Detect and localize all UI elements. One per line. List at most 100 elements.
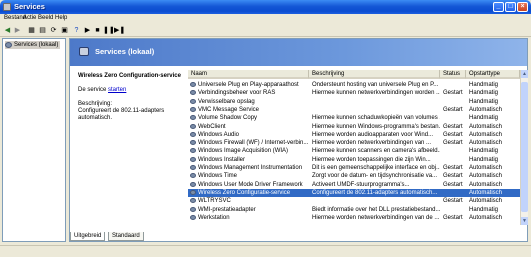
maximize-button[interactable]: □ — [505, 2, 516, 12]
service-name-cell: Windows User Mode Driver Framework — [198, 181, 303, 188]
table-row[interactable]: Verwisselbare opslag Handmatig — [188, 98, 520, 106]
service-name-cell: Windows Installer — [198, 156, 246, 163]
service-startup-cell: Automatisch — [469, 140, 503, 147]
scroll-thumb[interactable] — [521, 82, 528, 212]
table-row[interactable]: Windows Installer Hiermee worden toepassi… — [188, 156, 520, 164]
service-description-cell: Hiermee worden netwerkverbindingen van .… — [312, 140, 432, 147]
service-name-cell: Windows Audio — [198, 131, 240, 138]
service-action-line: De service starten — [78, 87, 186, 93]
service-status-cell: Gestart — [443, 165, 463, 171]
service-startup-cell: Handmatig — [469, 115, 499, 122]
service-name-cell: WMI-prestatieadapter — [198, 206, 256, 213]
refresh-icon[interactable]: ⟳ — [49, 26, 58, 35]
service-name-cell: Volume Shadow Copy — [198, 115, 258, 122]
start-service-icon[interactable]: ▶ — [83, 26, 92, 35]
service-startup-cell: Automatisch — [469, 165, 503, 171]
menu-actie[interactable]: Actie — [23, 15, 36, 21]
tab-uitgebreid[interactable]: Uitgebreid — [70, 232, 106, 241]
table-row[interactable]: Windows Audio Hiermee worden audioapparat… — [188, 131, 520, 139]
details-panel: Services (lokaal) Wireless Zero Configur… — [69, 38, 528, 242]
minimize-button[interactable]: _ — [493, 2, 504, 12]
service-startup-cell: Automatisch — [469, 189, 503, 196]
help-icon[interactable]: ? — [72, 26, 81, 35]
service-description-cell: Hiermee worden netwerkverbindingen van d… — [312, 214, 440, 221]
table-row[interactable]: Windows Time Zorgt voor de datum- en tijd… — [188, 172, 520, 180]
service-startup-cell: Handmatig — [469, 206, 499, 213]
service-name-cell: WLTRYSVC — [198, 198, 231, 205]
tree-item-services[interactable]: Services (lokaal) — [5, 41, 61, 49]
table-row[interactable]: WMI-prestatieadapter Biedt informatie ove… — [188, 206, 520, 214]
table-row[interactable]: WebClient Hiermee kunnen Windows-programm… — [188, 123, 520, 131]
table-row[interactable]: Windows Management Instrumentation Dit is… — [188, 164, 520, 172]
service-startup-cell: Handmatig — [469, 156, 499, 163]
service-status-cell: Gestart — [443, 140, 463, 147]
service-name-cell: Windows Firewall (WF) / Internet-verbin.… — [198, 140, 309, 147]
panel-title: Services (lokaal) — [95, 47, 155, 56]
back-arrow-icon[interactable]: ◀ — [3, 26, 12, 35]
stop-service-icon[interactable]: ■ — [93, 26, 102, 35]
table-row[interactable]: Werkstation Hiermee worden netwerkverbind… — [188, 214, 520, 222]
service-startup-cell: Automatisch — [469, 131, 503, 138]
service-status-cell: Gestart — [443, 214, 463, 221]
pause-service-icon[interactable]: ❚❚ — [103, 26, 115, 35]
service-name-cell: WebClient — [198, 123, 226, 130]
service-description-cell: Hiermee kunnen Windows-programma's besta… — [312, 123, 440, 130]
service-status-cell: Gestart — [443, 106, 463, 113]
restart-service-icon[interactable]: ▶❚ — [114, 26, 125, 35]
service-description-pane: Wireless Zero Configuration-service De s… — [78, 73, 186, 122]
table-row[interactable]: Windows User Mode Driver Framework Active… — [188, 181, 520, 189]
properties-icon[interactable]: ▤ — [38, 26, 47, 35]
gear-icon — [5, 42, 12, 48]
service-startup-cell: Handmatig — [469, 98, 499, 105]
service-startup-cell: Automatisch — [469, 173, 503, 180]
service-startup-cell: Handmatig — [469, 148, 499, 155]
column-header-status[interactable]: Status — [440, 70, 466, 79]
service-name-cell: VMC Message Service — [198, 106, 260, 113]
service-status-cell: Gestart — [443, 90, 463, 97]
service-startup-cell: Automatisch — [469, 198, 503, 205]
action-prefix: De service — [78, 87, 107, 93]
table-row[interactable]: Universele Plug en Play-apparaathost Onde… — [188, 81, 520, 89]
table-row[interactable]: Volume Shadow Copy Hiermee kunnen schaduw… — [188, 114, 520, 122]
table-row[interactable]: Verbindingsbeheer voor RAS Hiermee kunnen… — [188, 89, 520, 97]
service-description-cell: Hiermee worden toepassingen die zijn Win… — [312, 156, 431, 163]
service-startup-cell: Automatisch — [469, 214, 503, 221]
services-list: Naam Beschrijving Status Opstarttype Uni… — [188, 70, 527, 225]
export-list-icon[interactable]: ▣ — [60, 26, 69, 35]
scroll-down-icon[interactable]: ▼ — [521, 217, 528, 225]
service-startup-cell: Automatisch — [469, 181, 503, 188]
tab-standaard[interactable]: Standaard — [108, 232, 144, 241]
menu-help[interactable]: Help — [55, 15, 67, 21]
service-status-cell: Gestart — [443, 181, 463, 188]
service-description-cell: Biedt informatie over het DLL prestatieb… — [312, 206, 440, 213]
table-row[interactable]: VMC Message Service Gestart Automatisch — [188, 106, 520, 114]
column-header-startup-type[interactable]: Opstarttype — [466, 70, 520, 79]
scroll-up-icon[interactable]: ▲ — [521, 70, 528, 78]
service-status-cell: Gestart — [443, 131, 463, 138]
column-header-description[interactable]: Beschrijving — [309, 70, 440, 79]
table-row[interactable]: Windows Image Acquisition (WIA) Hiermee k… — [188, 147, 520, 155]
toolbar: ◀ ▶ ▦ ▤ ⟳ ▣ ? ▶ ■ ❚❚ ▶❚ — [0, 24, 531, 37]
panel-header: Services (lokaal) — [70, 39, 527, 66]
start-service-link[interactable]: starten — [108, 87, 126, 93]
menu-beeld[interactable]: Beeld — [38, 15, 53, 21]
services-app-icon — [3, 3, 11, 11]
title-bar: Services _ □ × — [0, 0, 531, 14]
table-row[interactable]: Windows Firewall (WF) / Internet-verbin.… — [188, 139, 520, 147]
service-description-cell: Hiermee kunnen schaduwkopieën van volume… — [312, 115, 440, 122]
description-text: Configureert de 802.11-adapters automati… — [78, 108, 165, 121]
console-tree-icon[interactable]: ▦ — [27, 26, 36, 35]
services-icon — [79, 47, 89, 56]
close-button[interactable]: × — [517, 2, 528, 12]
column-header-name[interactable]: Naam — [188, 70, 309, 79]
forward-arrow-icon[interactable]: ▶ — [13, 26, 22, 35]
service-description-cell: Hiermee worden audioapparaten voor Wind.… — [312, 131, 434, 138]
service-description-cell: Configureert de 802.11-adapters automati… — [312, 189, 438, 196]
table-row[interactable]: WLTRYSVC Gestart Automatisch — [188, 197, 520, 205]
service-name-cell: Verwisselbare opslag — [198, 98, 255, 105]
vertical-scrollbar[interactable]: ▲ ▼ — [520, 70, 528, 225]
console-tree: Services (lokaal) — [2, 38, 66, 242]
service-description-cell: Dit is een gemeenschappelijke interface … — [312, 165, 440, 171]
table-row[interactable]: Wireless Zero Configuratie-service Config… — [188, 188, 520, 198]
description-label: Beschrijving: — [78, 101, 113, 107]
